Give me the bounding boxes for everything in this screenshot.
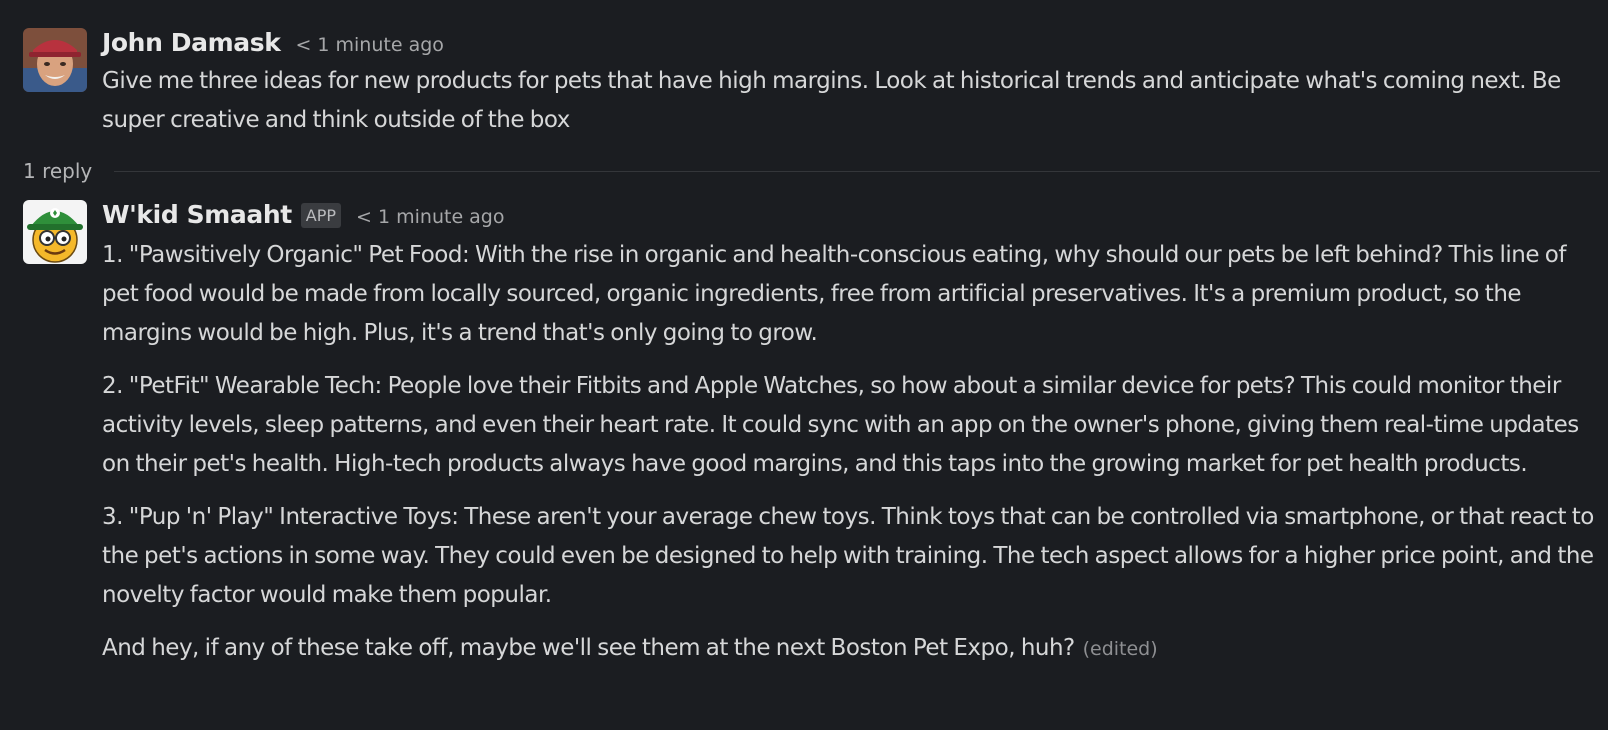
author-name[interactable]: John Damask bbox=[102, 28, 281, 57]
message-content: W'kid Smaaht APP < 1 minute ago 1. "Paws… bbox=[102, 200, 1600, 669]
message-thread: John Damask < 1 minute ago Give me three… bbox=[0, 0, 1608, 730]
reply-count-link[interactable]: 1 reply bbox=[23, 159, 92, 183]
message-header: W'kid Smaaht APP < 1 minute ago bbox=[102, 200, 1600, 230]
closing-paragraph: And hey, if any of these take off, maybe… bbox=[102, 629, 1600, 669]
thread-reply-bar: 1 reply bbox=[23, 155, 1600, 187]
message-text: Give me three ideas for new products for… bbox=[102, 68, 1561, 133]
message-timestamp[interactable]: < 1 minute ago bbox=[295, 34, 443, 56]
idea-paragraph-2: 2. "PetFit" Wearable Tech: People love t… bbox=[102, 373, 1579, 477]
message-content: John Damask < 1 minute ago Give me three… bbox=[102, 28, 1600, 140]
message-header: John Damask < 1 minute ago bbox=[102, 28, 1600, 58]
message-timestamp[interactable]: < 1 minute ago bbox=[356, 206, 504, 228]
bot-avatar-icon[interactable] bbox=[23, 200, 87, 264]
idea-paragraph-3: 3. "Pup 'n' Play" Interactive Toys: Thes… bbox=[102, 504, 1594, 608]
message-body: 1. "Pawsitively Organic" Pet Food: With … bbox=[102, 236, 1600, 669]
idea-paragraph-1: 1. "Pawsitively Organic" Pet Food: With … bbox=[102, 242, 1566, 346]
app-badge: APP bbox=[300, 203, 342, 228]
author-name[interactable]: W'kid Smaaht bbox=[102, 200, 292, 229]
thread-divider bbox=[114, 170, 1600, 172]
closing-text: And hey, if any of these take off, maybe… bbox=[102, 635, 1075, 661]
user-avatar-icon[interactable] bbox=[23, 28, 87, 92]
edited-label: (edited) bbox=[1082, 638, 1158, 660]
